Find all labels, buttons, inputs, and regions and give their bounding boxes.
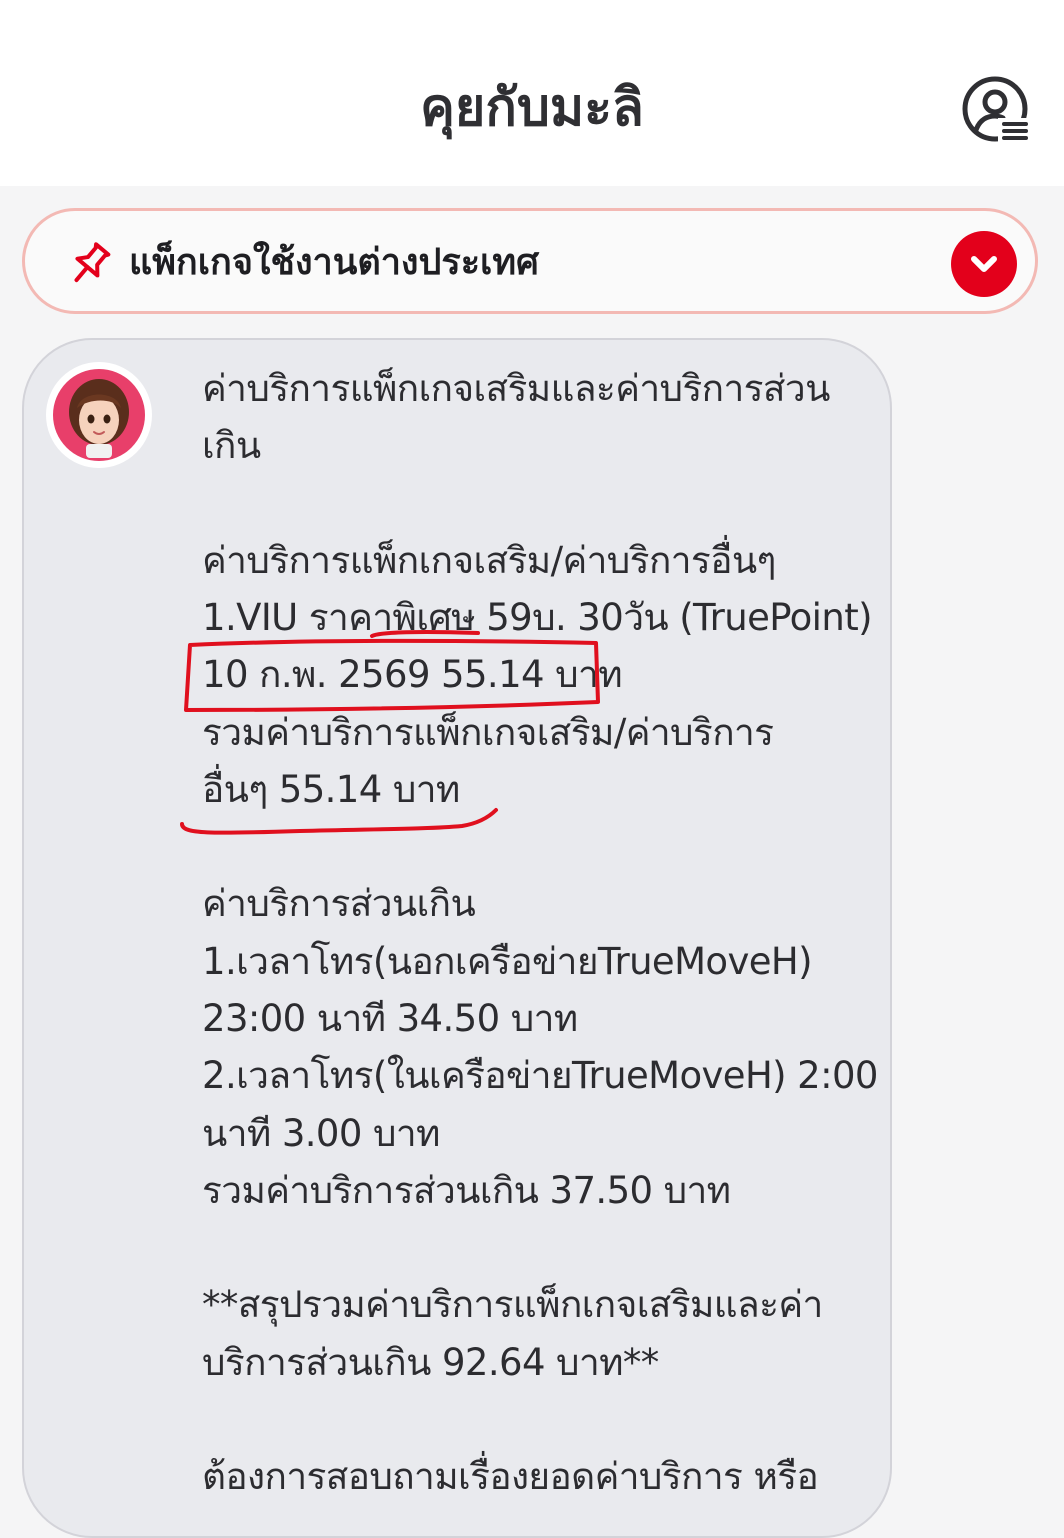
message-line: นาที 3.00 บาท [202, 1112, 440, 1155]
message-line: รวมค่าบริการส่วนเกิน 37.50 บาท [202, 1169, 731, 1212]
message-line: ต้องการสอบถามเรื่องยอดค่าบริการ หรือ [202, 1455, 819, 1498]
message-line: ค่าบริการแพ็กเกจเสริมและค่าบริการส่วน [202, 367, 830, 410]
message-line: บริการส่วนเกิน 92.64 บาท** [202, 1341, 659, 1384]
message-line: 1.VIU ราคาพิเศษ 59บ. 30วัน (TruePoint) [202, 596, 873, 639]
message-line: 2.เวลาโทร(ในเครือข่ายTrueMoveH) 2:00 [202, 1054, 878, 1097]
assistant-avatar [46, 362, 152, 468]
profile-menu-icon [962, 76, 1030, 144]
page-title: คุยกับมะลิ [420, 78, 644, 138]
pinned-topic-bar[interactable]: แพ็กเกจใช้งานต่างประเทศ [22, 208, 1038, 314]
message-line: **สรุปรวมค่าบริการแพ็กเกจเสริมและค่า [202, 1283, 823, 1326]
app-header: คุยกับมะลิ [0, 0, 1064, 186]
message-line: 23:00 นาที 34.50 บาท [202, 997, 578, 1040]
profile-menu-button[interactable] [958, 72, 1034, 148]
message-line: อื่นๆ 55.14 บาท [202, 768, 460, 811]
pin-icon [74, 242, 111, 283]
chevron-down-icon [971, 256, 997, 272]
message-line: 10 ก.พ. 2569 55.14 บาท [202, 653, 623, 696]
message-line: เกิน [202, 424, 261, 467]
pinned-topic-label: แพ็กเกจใช้งานต่างประเทศ [129, 242, 539, 283]
expand-button[interactable] [951, 231, 1017, 297]
message-line: ค่าบริการแพ็กเกจเสริม/ค่าบริการอื่นๆ [202, 539, 776, 582]
message-line: รวมค่าบริการแพ็กเกจเสริม/ค่าบริการ [202, 711, 774, 754]
message-line: ค่าบริการส่วนเกิน [202, 882, 476, 925]
message-line: 1.เวลาโทร(นอกเครือข่ายTrueMoveH) [202, 940, 813, 983]
